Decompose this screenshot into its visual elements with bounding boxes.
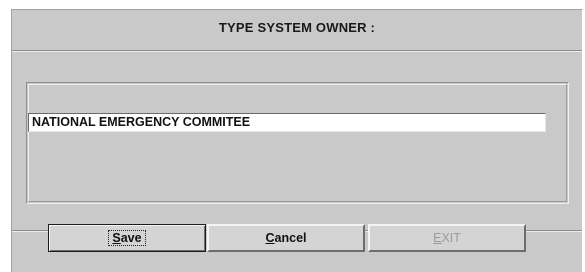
cancel-button-label: Cancel bbox=[265, 231, 307, 245]
save-button[interactable]: Save bbox=[48, 224, 206, 252]
owner-group-box bbox=[26, 82, 569, 204]
exit-button-label: EXIT bbox=[433, 231, 461, 245]
system-owner-input[interactable]: NATIONAL EMERGENCY COMMITEE bbox=[28, 113, 546, 132]
dialog-title: TYPE SYSTEM OWNER : bbox=[218, 19, 376, 35]
title-divider bbox=[12, 50, 582, 52]
cancel-button[interactable]: Cancel bbox=[207, 224, 365, 252]
save-button-label: Save bbox=[108, 230, 146, 246]
exit-button[interactable]: EXIT bbox=[368, 224, 526, 252]
